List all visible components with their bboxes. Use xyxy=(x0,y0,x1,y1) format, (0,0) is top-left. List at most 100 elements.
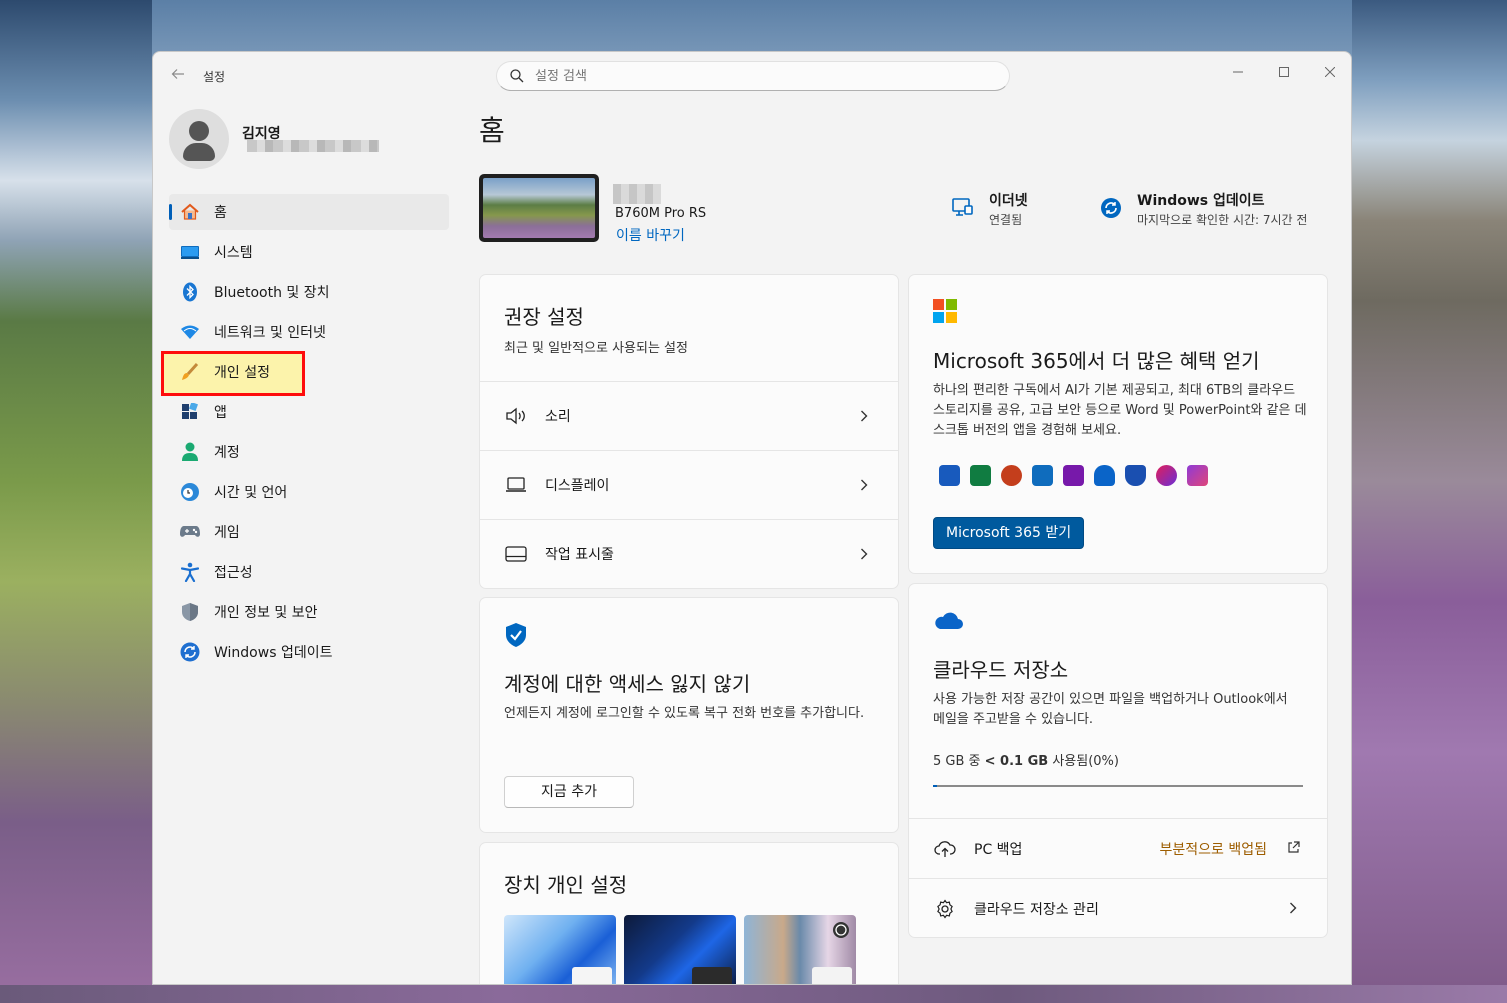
account-access-card: 계정에 대한 액세스 잃지 않기 언제든지 계정에 로그인할 수 있도록 복구 … xyxy=(479,597,899,833)
cloud-storage-card: 클라우드 저장소 사용 가능한 저장 공간이 있으면 파일을 백업하거나 Out… xyxy=(908,583,1328,938)
rename-link[interactable]: 이름 바꾸기 xyxy=(616,225,685,245)
sidebar-item-label: 계정 xyxy=(214,445,240,461)
onedrive-cloud-icon xyxy=(935,612,963,629)
sidebar-item-label: 네트워크 및 인터넷 xyxy=(214,325,326,341)
usage-suffix: 사용됨(0%) xyxy=(1048,754,1119,769)
apps-icon xyxy=(180,402,200,422)
desktop-wallpaper-right xyxy=(1352,0,1507,1003)
maximize-icon xyxy=(1279,67,1289,77)
settings-row-sound[interactable]: 소리 xyxy=(480,381,898,450)
bluetooth-icon xyxy=(180,282,200,302)
device-personalization-card: 장치 개인 설정 xyxy=(479,842,899,984)
title-bar: 설정 xyxy=(153,52,1351,100)
storage-usage-text: 5 GB 중 < 0.1 GB 사용됨(0%) xyxy=(933,752,1119,772)
get-microsoft-365-button[interactable]: Microsoft 365 받기 xyxy=(933,517,1085,549)
laptop-icon xyxy=(505,474,527,496)
theme-thumbnail-spotlight[interactable] xyxy=(744,915,856,984)
open-external-icon xyxy=(1283,839,1303,858)
sidebar-item-label: Bluetooth 및 장치 xyxy=(214,285,330,301)
ethernet-icon xyxy=(952,198,973,216)
card-body: 언제든지 계정에 로그인할 수 있도록 복구 전화 번호를 추가합니다. xyxy=(504,706,865,721)
desktop-wallpaper-bottom xyxy=(0,985,1507,1003)
defender-icon xyxy=(1125,465,1146,486)
update-icon xyxy=(180,642,200,662)
sidebar-item-label: 개인 정보 및 보안 xyxy=(214,605,318,621)
accessibility-icon xyxy=(180,562,200,582)
search-box[interactable] xyxy=(496,61,1010,91)
clipchamp-icon xyxy=(1156,465,1177,486)
sidebar-item-apps[interactable]: 앱 xyxy=(169,394,449,430)
sidebar-item-accounts[interactable]: 계정 xyxy=(169,434,449,470)
sidebar-item-time-language[interactable]: 시간 및 언어 xyxy=(169,474,449,510)
sidebar-item-network[interactable]: 네트워크 및 인터넷 xyxy=(169,314,449,350)
row-label: PC 백업 xyxy=(974,841,1023,858)
theme-thumbnail-dark[interactable] xyxy=(624,915,736,984)
sidebar-item-gaming[interactable]: 게임 xyxy=(169,514,449,550)
back-button[interactable] xyxy=(167,66,189,86)
minimize-button[interactable] xyxy=(1215,58,1261,88)
network-title: 이더넷 xyxy=(989,193,1028,209)
chevron-right-icon xyxy=(854,545,874,564)
pc-backup-row[interactable]: PC 백업 부분적으로 백업됨 xyxy=(909,818,1327,878)
card-body: 사용 가능한 저장 공간이 있으면 파일을 백업하거나 Outlook에서 메일… xyxy=(933,692,1288,727)
settings-window: 설정 김지영 홈 시스템 xyxy=(152,51,1352,985)
add-now-button[interactable]: 지금 추가 xyxy=(504,776,634,808)
network-subtitle: 연결됨 xyxy=(989,213,1023,227)
theme-thumbnails xyxy=(504,915,856,984)
manage-cloud-storage-row[interactable]: 클라우드 저장소 관리 xyxy=(909,878,1327,937)
sidebar-item-accessibility[interactable]: 접근성 xyxy=(169,554,449,590)
usage-prefix: 5 GB 중 xyxy=(933,754,985,769)
sidebar-item-windows-update[interactable]: Windows 업데이트 xyxy=(169,634,449,670)
taskbar-icon xyxy=(505,543,527,565)
storage-progress-fill xyxy=(933,785,937,787)
powerpoint-icon xyxy=(1001,465,1022,486)
row-label: 디스플레이 xyxy=(545,478,610,494)
maximize-button[interactable] xyxy=(1261,58,1307,88)
sidebar-item-system[interactable]: 시스템 xyxy=(169,234,449,270)
sidebar-item-label: 접근성 xyxy=(214,565,253,581)
onedrive-icon xyxy=(1094,465,1115,486)
sidebar-item-personalization[interactable]: 개인 설정 xyxy=(169,354,449,390)
shield-icon xyxy=(180,602,200,622)
device-name-redacted xyxy=(613,184,661,204)
card-body: 하나의 편리한 구독에서 AI가 기본 제공되고, 최대 6TB의 클라우드 스… xyxy=(933,383,1307,438)
sidebar-item-label: 시스템 xyxy=(214,245,253,261)
sidebar-item-bluetooth[interactable]: Bluetooth 및 장치 xyxy=(169,274,449,310)
device-wallpaper-thumbnail xyxy=(479,174,599,242)
update-title: Windows 업데이트 xyxy=(1137,193,1265,209)
card-title: Microsoft 365에서 더 많은 혜택 얻기 xyxy=(933,349,1260,373)
microsoft-logo-icon xyxy=(933,299,957,323)
designer-icon xyxy=(1187,465,1208,486)
sidebar-item-label: 시간 및 언어 xyxy=(214,485,288,501)
avatar xyxy=(169,109,229,169)
row-label: 작업 표시줄 xyxy=(545,547,614,563)
back-arrow-icon xyxy=(171,69,184,79)
sidebar-item-label: Windows 업데이트 xyxy=(214,645,333,661)
account-icon xyxy=(180,442,200,462)
shield-check-icon xyxy=(506,623,526,647)
clock-globe-icon xyxy=(180,482,200,502)
card-title: 클라우드 저장소 xyxy=(933,658,1069,682)
minimize-icon xyxy=(1233,71,1243,73)
desktop-wallpaper-left xyxy=(0,0,152,1003)
sidebar-item-label: 앱 xyxy=(214,405,227,421)
usage-value: < 0.1 GB xyxy=(984,754,1049,769)
excel-icon xyxy=(970,465,991,486)
settings-row-taskbar[interactable]: 작업 표시줄 xyxy=(480,519,898,588)
search-icon xyxy=(510,69,524,83)
sidebar-item-privacy-security[interactable]: 개인 정보 및 보안 xyxy=(169,594,449,630)
close-button[interactable] xyxy=(1307,58,1351,88)
sidebar-item-home[interactable]: 홈 xyxy=(169,194,449,230)
card-title: 계정에 대한 액세스 잃지 않기 xyxy=(504,672,751,696)
home-icon xyxy=(180,202,200,222)
gear-icon xyxy=(934,898,956,920)
theme-thumbnail-light[interactable] xyxy=(504,915,616,984)
sidebar-item-label: 게임 xyxy=(214,525,240,541)
settings-row-display[interactable]: 디스플레이 xyxy=(480,450,898,519)
backup-status: 부분적으로 백업됨 xyxy=(1159,841,1268,858)
search-input[interactable] xyxy=(535,66,995,86)
user-email-redacted xyxy=(247,140,379,152)
onenote-icon xyxy=(1063,465,1084,486)
speaker-icon xyxy=(505,405,527,427)
update-status-icon xyxy=(1101,198,1121,218)
